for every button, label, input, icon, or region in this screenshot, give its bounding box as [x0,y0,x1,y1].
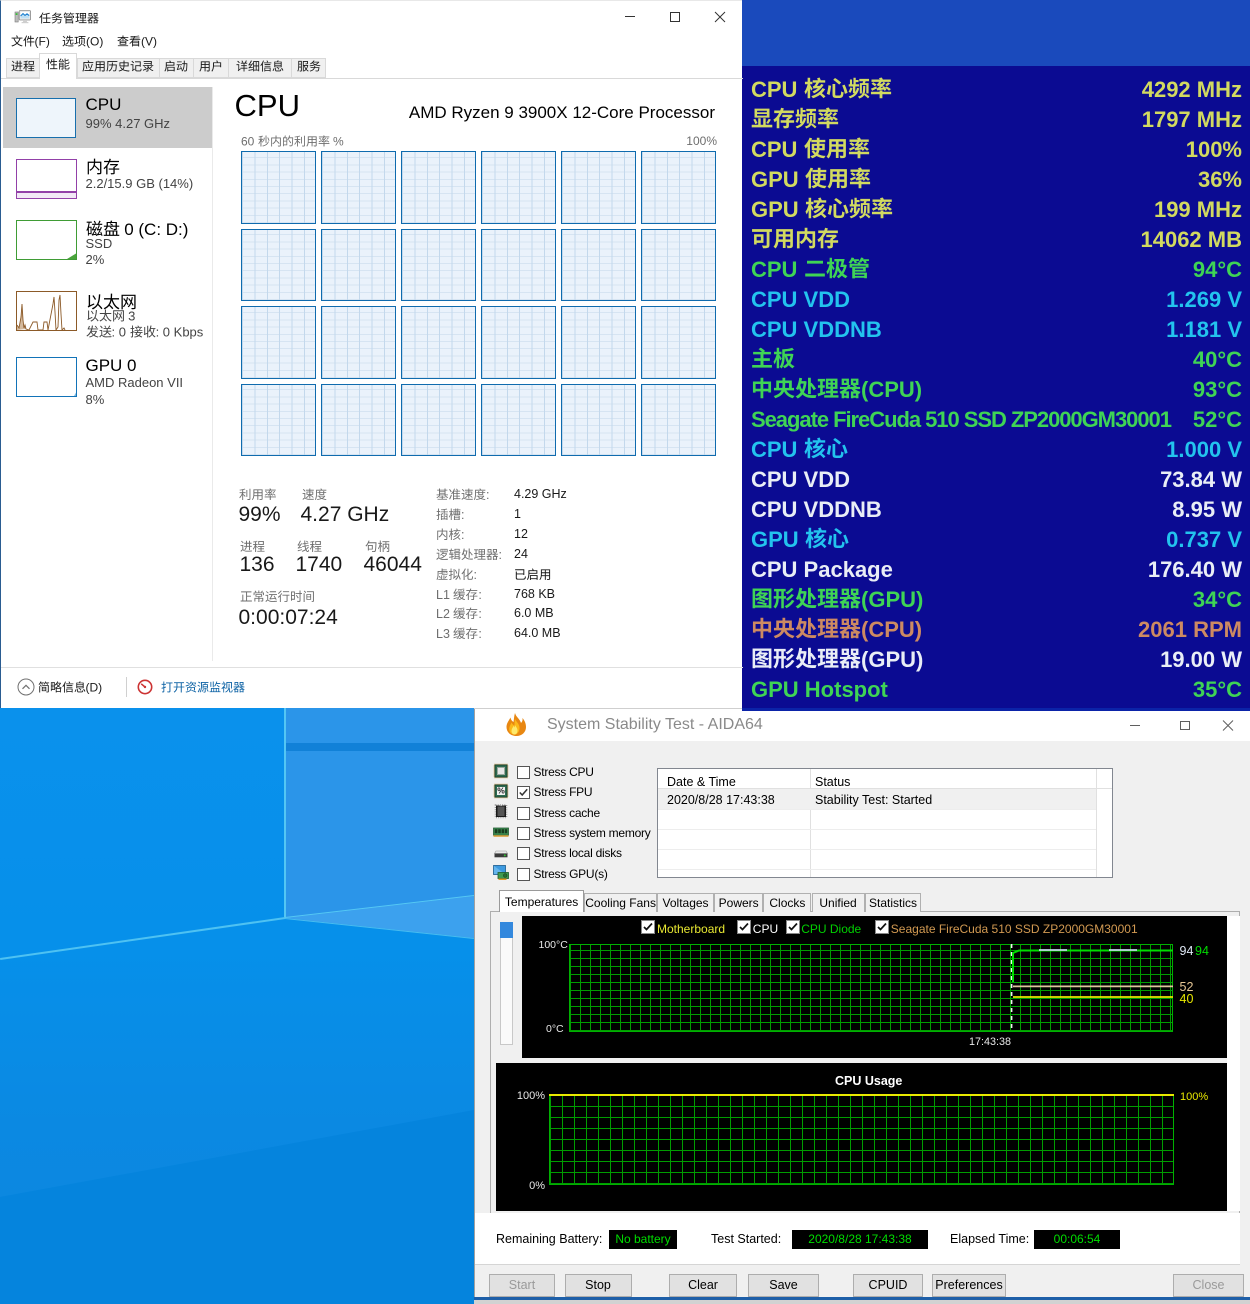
svg-text:%: % [497,786,505,796]
